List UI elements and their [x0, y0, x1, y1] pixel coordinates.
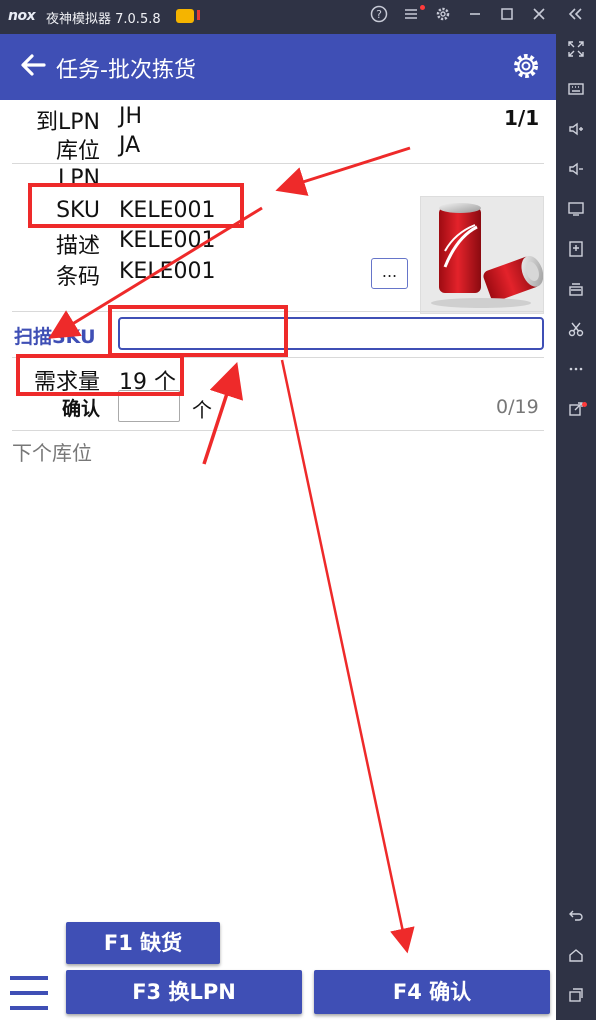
emulator-title: 夜神模拟器 7.0.5.8 — [46, 12, 161, 27]
notification-dot — [420, 5, 425, 10]
page-title: 任务-批次拣货 — [56, 58, 196, 83]
f4-confirm-button[interactable]: F4 确认 — [314, 970, 550, 1014]
stack-icon[interactable] — [556, 280, 596, 306]
share-icon[interactable] — [556, 400, 596, 426]
back-arrow-icon[interactable] — [18, 50, 48, 80]
gamepad-icon[interactable] — [176, 9, 200, 23]
screen-icon[interactable] — [556, 200, 596, 226]
app-screen: 任务-批次拣货 到LPN JH 1/1 库位 JA LPN SKU KELE00… — [0, 34, 556, 1020]
sku-value: KELE001 — [119, 198, 216, 223]
description-value: KELE001 — [119, 228, 216, 253]
divider — [12, 357, 544, 358]
task-counter: 1/1 — [504, 106, 540, 130]
minimize-icon[interactable] — [464, 5, 486, 27]
volume-up-icon[interactable] — [556, 120, 596, 146]
hamburger-menu-icon[interactable] — [10, 976, 48, 1010]
settings-icon[interactable] — [432, 5, 454, 27]
sku-label: SKU — [56, 198, 100, 223]
scan-sku-label: 扫描SKU — [14, 326, 96, 348]
demand-label: 需求量 — [33, 370, 100, 395]
app-bar: 任务-批次拣货 — [0, 34, 556, 100]
f1-shortage-button[interactable]: F1 缺货 — [66, 922, 220, 964]
collapse-icon[interactable] — [564, 5, 586, 27]
confirm-label: 确认 — [61, 398, 100, 420]
share-notification-dot — [582, 402, 587, 407]
location-value: JA — [119, 133, 141, 158]
back-icon[interactable] — [556, 906, 596, 932]
home-icon[interactable] — [556, 946, 596, 972]
volume-down-icon[interactable] — [556, 160, 596, 186]
nox-logo: nox — [8, 8, 36, 24]
more-icon[interactable] — [556, 360, 596, 386]
more-button[interactable]: ... — [371, 258, 408, 289]
divider — [12, 311, 544, 312]
emulator-sidebar — [556, 34, 596, 1020]
fullscreen-icon[interactable] — [556, 40, 596, 66]
svg-text:?: ? — [376, 8, 382, 21]
description-label: 描述 — [55, 234, 100, 259]
menu-icon[interactable] — [400, 5, 422, 27]
to-lpn-value: JH — [119, 104, 143, 129]
recent-apps-icon[interactable] — [556, 986, 596, 1012]
lpn-label: LPN — [58, 166, 100, 191]
close-icon[interactable] — [528, 5, 550, 27]
barcode-value: KELE001 — [119, 259, 216, 284]
emulator-window: nox 夜神模拟器 7.0.5.8 ? 任务-批次拣货 到LPN JH 1/1 … — [0, 0, 596, 1020]
next-location-label: 下个库位 — [12, 441, 92, 465]
divider — [12, 163, 544, 164]
confirm-quantity-input[interactable] — [118, 390, 180, 422]
confirm-progress: 0/19 — [496, 396, 539, 418]
maximize-icon[interactable] — [496, 5, 518, 27]
help-icon[interactable]: ? — [368, 5, 390, 27]
divider — [12, 430, 544, 431]
scissors-icon[interactable] — [556, 320, 596, 346]
location-label: 库位 — [55, 139, 100, 164]
keyboard-icon[interactable] — [556, 80, 596, 106]
gear-icon[interactable] — [510, 50, 542, 82]
apk-install-icon[interactable] — [556, 240, 596, 266]
f3-change-lpn-button[interactable]: F3 换LPN — [66, 970, 302, 1014]
to-lpn-label: 到LPN — [36, 110, 100, 135]
product-image[interactable] — [420, 196, 544, 314]
scan-sku-input[interactable] — [118, 317, 544, 350]
barcode-label: 条码 — [55, 265, 100, 290]
confirm-unit: 个 — [192, 398, 212, 422]
emulator-title-bar: nox 夜神模拟器 7.0.5.8 ? — [0, 0, 596, 34]
